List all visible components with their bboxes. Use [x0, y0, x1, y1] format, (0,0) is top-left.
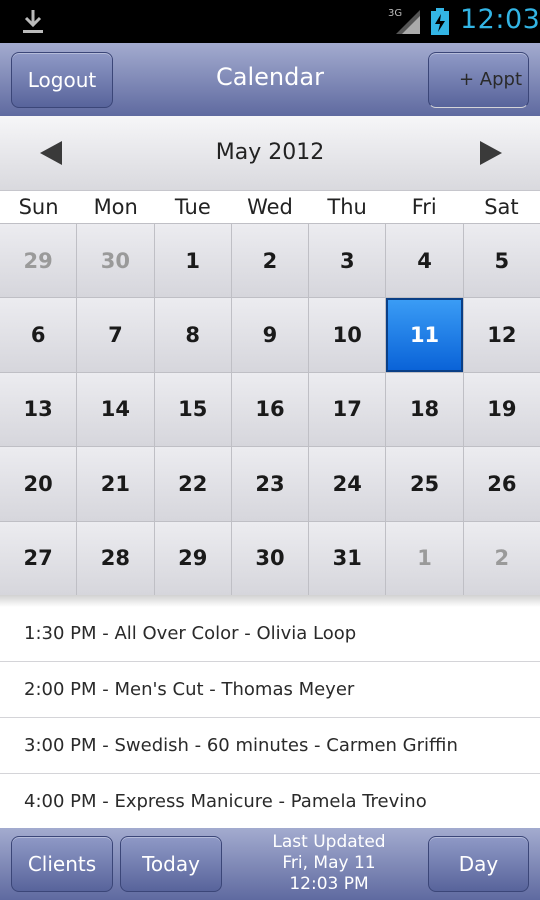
last-updated-title: Last Updated: [272, 832, 386, 852]
calendar-day[interactable]: 10: [309, 298, 386, 372]
calendar-day[interactable]: 15: [154, 372, 231, 447]
weekday-label: Wed: [247, 195, 293, 219]
status-bar: 3G 12:03: [0, 0, 540, 43]
calendar-day[interactable]: 14: [77, 372, 154, 447]
calendar-day[interactable]: 1: [154, 224, 231, 298]
calendar-day[interactable]: 27: [0, 521, 77, 595]
calendar-day[interactable]: 28: [77, 521, 154, 595]
calendar-day[interactable]: 12: [463, 298, 540, 372]
weekday-label: Mon: [93, 195, 138, 219]
calendar-day-grid: 29 30 1 2 3 4 5 6 7 8 9 10 11 12 13 14 15 16 17 18 19 20 21 22 2…: [0, 223, 540, 595]
calendar-day[interactable]: 29: [0, 224, 77, 298]
today-button[interactable]: Today: [120, 836, 222, 892]
battery-charging-icon: [431, 8, 449, 35]
month-label: May 2012: [215, 140, 325, 165]
weekday-header: Sun Mon Tue Wed Thu Fri Sat: [0, 191, 540, 223]
last-updated-time: 12:03 PM: [289, 874, 369, 894]
appointment-list: 1:30 PM - All Over Color - Olivia Loop 2…: [0, 606, 540, 830]
calendar-day[interactable]: 1: [386, 521, 463, 595]
calendar-day[interactable]: 3: [309, 224, 386, 298]
calendar-day[interactable]: 17: [309, 372, 386, 447]
download-icon: [23, 10, 43, 33]
calendar-day[interactable]: 18: [386, 372, 463, 447]
calendar-day[interactable]: 20: [0, 447, 77, 521]
calendar-day[interactable]: 9: [231, 298, 309, 372]
weekday-label: Sun: [18, 195, 59, 219]
calendar-day[interactable]: 21: [77, 447, 154, 521]
bottom-toolbar: Clients Today Last Updated Fri, May 11 1…: [0, 828, 540, 900]
calendar-day-selected[interactable]: 11: [386, 298, 463, 372]
calendar-day[interactable]: 29: [154, 521, 231, 595]
title-bar: Logout Calendar + Appt: [0, 43, 540, 116]
calendar-day[interactable]: 19: [463, 372, 540, 447]
appointment-item[interactable]: 2:00 PM - Men's Cut - Thomas Meyer: [0, 662, 540, 718]
calendar-day[interactable]: 26: [463, 447, 540, 521]
calendar-day[interactable]: 24: [309, 447, 386, 521]
calendar-day[interactable]: 13: [0, 372, 77, 447]
weekday-label: Tue: [174, 195, 211, 219]
last-updated-info: Last Updated Fri, May 11 12:03 PM: [229, 832, 429, 895]
calendar-day[interactable]: 6: [0, 298, 77, 372]
next-month-arrow-icon[interactable]: [476, 138, 506, 168]
appointment-item[interactable]: 1:30 PM - All Over Color - Olivia Loop: [0, 606, 540, 662]
clients-button[interactable]: Clients: [11, 836, 113, 892]
weekday-label: Thu: [327, 195, 367, 219]
calendar-day[interactable]: 25: [386, 447, 463, 521]
network-type: 3G: [388, 8, 402, 19]
calendar-day[interactable]: 2: [463, 521, 540, 595]
status-time: 12:03: [460, 4, 540, 35]
day-view-button[interactable]: Day: [428, 836, 529, 892]
weekday-label: Fri: [411, 195, 437, 219]
calendar-day[interactable]: 30: [77, 224, 154, 298]
logout-button[interactable]: Logout: [11, 52, 113, 108]
appointment-item[interactable]: 4:00 PM - Express Manicure - Pamela Trev…: [0, 774, 540, 830]
calendar-day[interactable]: 22: [154, 447, 231, 521]
calendar-day[interactable]: 30: [231, 521, 309, 595]
calendar-day[interactable]: 4: [386, 224, 463, 298]
add-appointment-button[interactable]: + Appt: [428, 52, 529, 108]
last-updated-date: Fri, May 11: [282, 853, 376, 873]
previous-month-arrow-icon[interactable]: [36, 138, 66, 168]
calendar-day[interactable]: 8: [154, 298, 231, 372]
signal-icon: 3G: [388, 8, 420, 34]
calendar-day[interactable]: 2: [231, 224, 309, 298]
month-navigation: May 2012: [0, 116, 540, 191]
calendar-day[interactable]: 23: [231, 447, 309, 521]
calendar-day[interactable]: 31: [309, 521, 386, 595]
weekday-label: Sat: [484, 195, 519, 219]
appointment-item[interactable]: 3:00 PM - Swedish - 60 minutes - Carmen …: [0, 718, 540, 774]
calendar-day[interactable]: 5: [463, 224, 540, 298]
calendar-day[interactable]: 7: [77, 298, 154, 372]
calendar-day[interactable]: 16: [231, 372, 309, 447]
